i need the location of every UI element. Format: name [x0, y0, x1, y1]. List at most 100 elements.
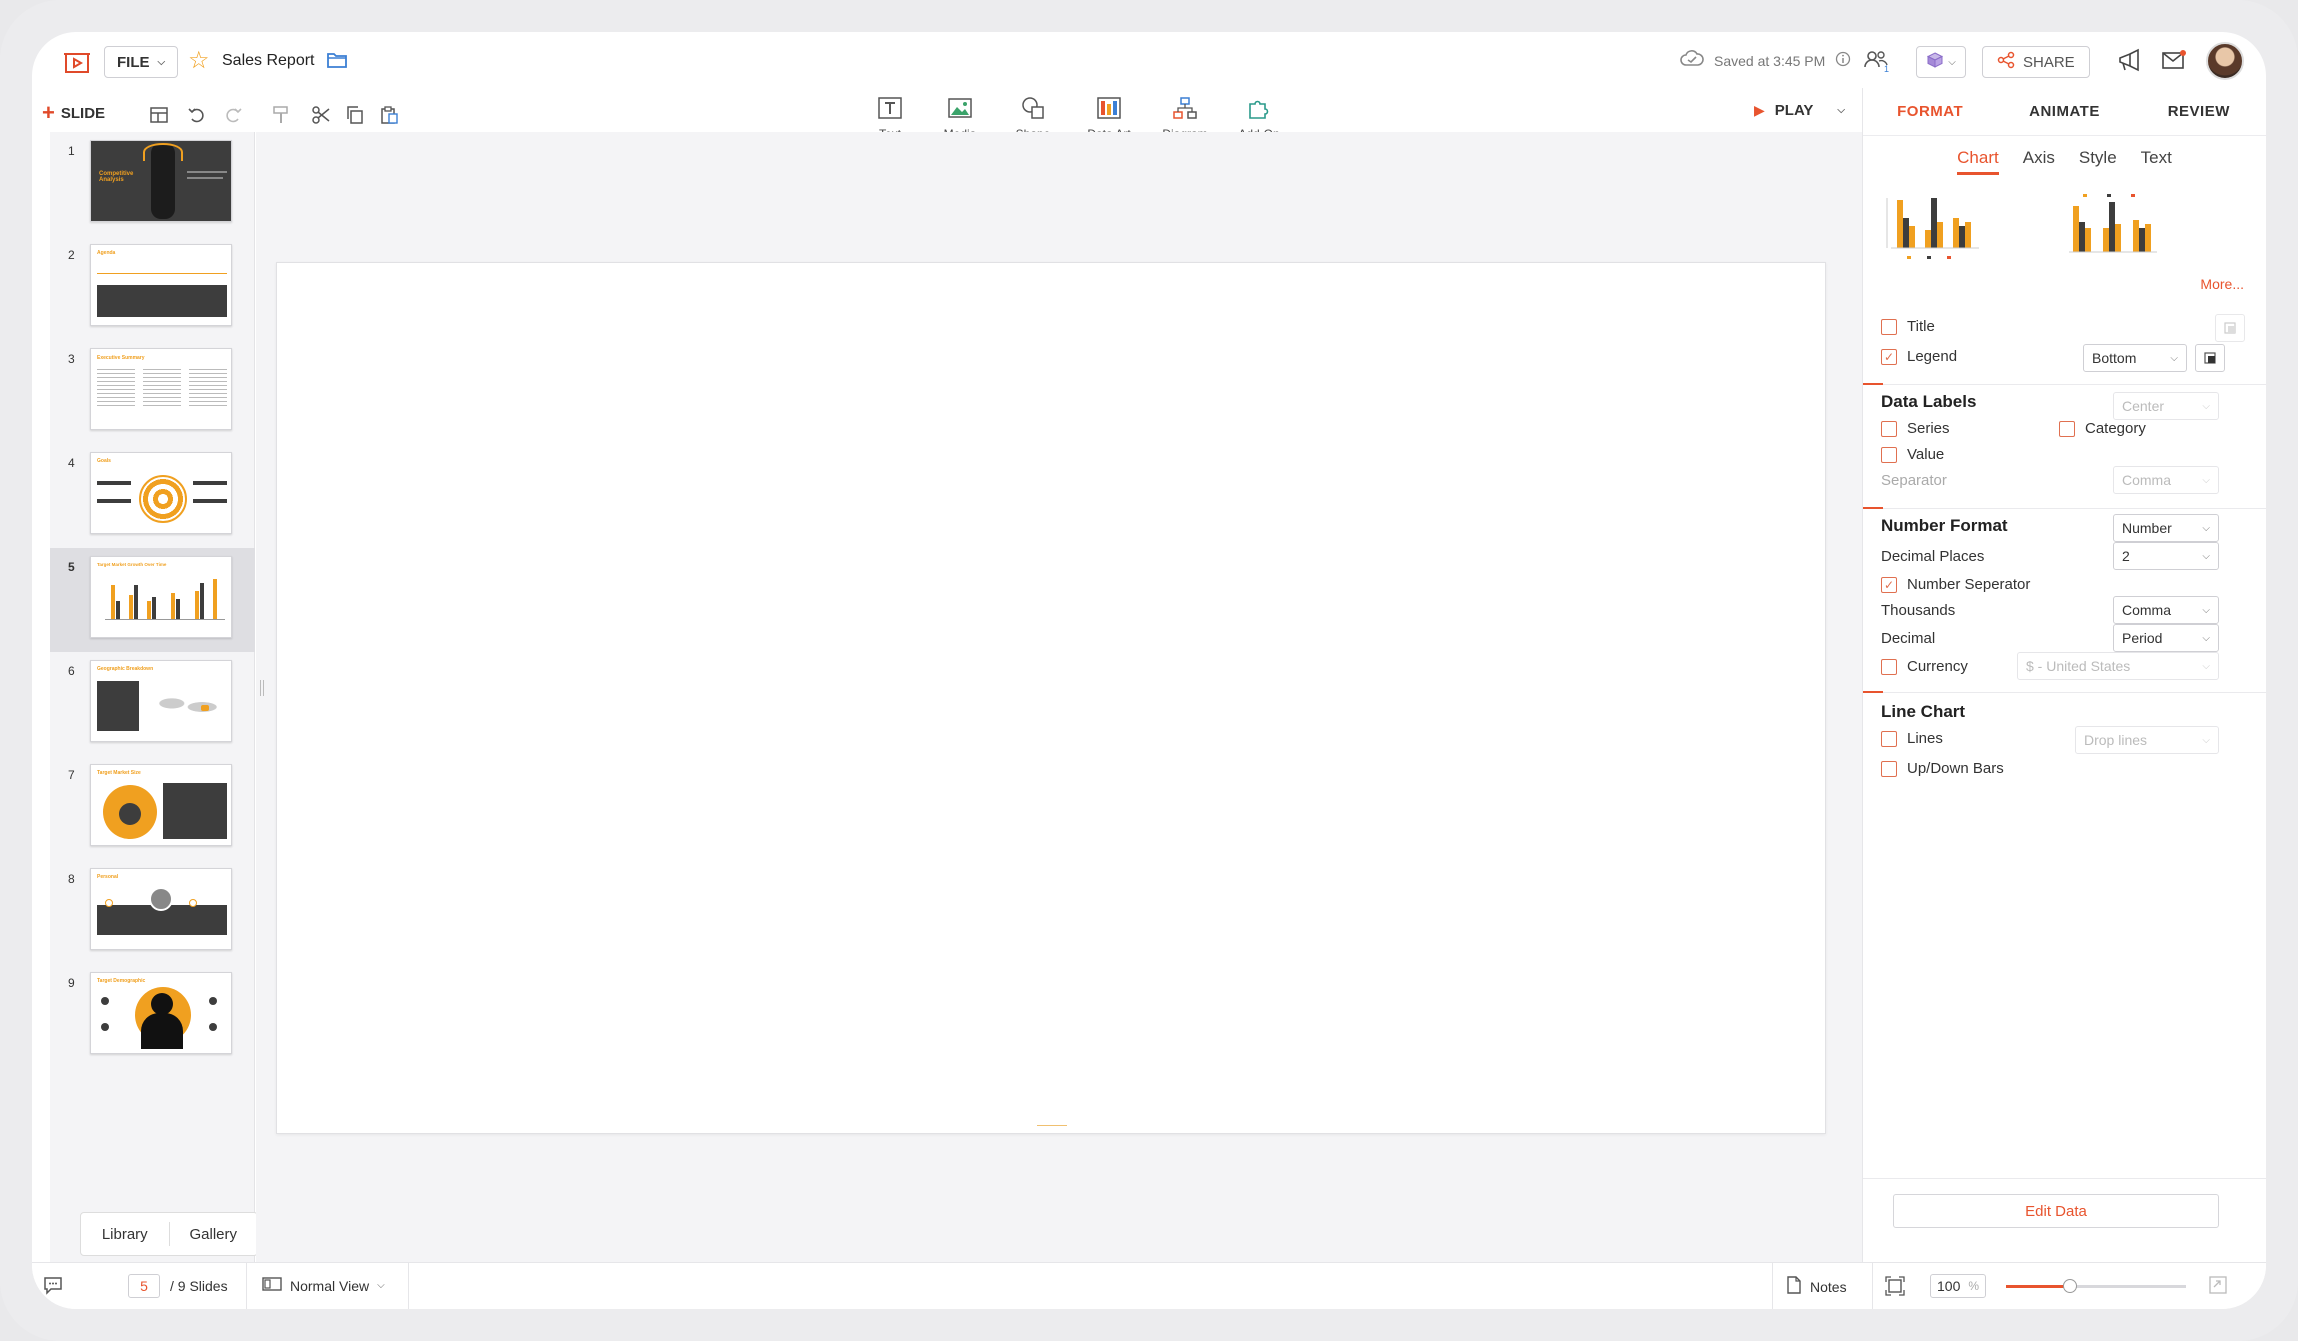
- category-label-toggle[interactable]: Category: [2059, 420, 2146, 437]
- collaborator-count: 1: [1884, 64, 1890, 74]
- fit-slide-icon[interactable]: [1884, 1275, 1906, 1300]
- document-title[interactable]: Sales Report: [222, 52, 315, 70]
- total-slides-label: / 9 Slides: [170, 1278, 228, 1294]
- slide-thumbnail[interactable]: 3 Executive Summary: [50, 340, 255, 444]
- paste-icon[interactable]: [376, 102, 402, 128]
- currency-toggle[interactable]: Currency: [1881, 658, 1968, 675]
- subtab-style[interactable]: Style: [2079, 148, 2117, 175]
- data-label-position-dropdown[interactable]: Center ⌵: [2113, 392, 2219, 420]
- panel-resize-handle[interactable]: [260, 680, 264, 696]
- plus-icon: +: [42, 100, 55, 125]
- legend-options-icon[interactable]: [2195, 344, 2225, 372]
- redo-icon[interactable]: [220, 102, 246, 128]
- legend-position-dropdown[interactable]: Bottom ⌵: [2083, 344, 2187, 372]
- mail-icon[interactable]: [2160, 48, 2188, 77]
- tab-format[interactable]: FORMAT: [1863, 88, 1997, 135]
- legend-toggle[interactable]: ✓ Legend: [1881, 348, 1957, 365]
- play-button[interactable]: ▶ PLAY ⌵: [1754, 102, 1845, 119]
- subtab-text[interactable]: Text: [2141, 148, 2172, 175]
- star-icon[interactable]: ☆: [188, 46, 210, 75]
- slide-thumbnail[interactable]: 6 Geographic Breakdown: [50, 652, 255, 756]
- category-checkbox[interactable]: [2059, 420, 2075, 437]
- decimal-separator-dropdown[interactable]: Period ⌵: [2113, 624, 2219, 652]
- up-down-bars-toggle[interactable]: Up/Down Bars: [1881, 760, 2004, 777]
- data-art-icon: [1096, 96, 1122, 123]
- format-panel: FORMAT ANIMATE REVIEW Chart Axis Style T…: [1862, 88, 2266, 1262]
- copy-icon[interactable]: [342, 102, 368, 128]
- comments-icon[interactable]: [42, 1275, 64, 1298]
- layout-icon[interactable]: [146, 102, 172, 128]
- gallery-tab[interactable]: Gallery: [170, 1226, 258, 1243]
- tab-animate[interactable]: ANIMATE: [1997, 88, 2131, 135]
- number-separator-checkbox[interactable]: ✓: [1881, 576, 1897, 593]
- decimal-places-dropdown[interactable]: 2 ⌵: [2113, 542, 2219, 570]
- currency-value: $ - United States: [2026, 658, 2131, 674]
- format-painter-icon[interactable]: [268, 102, 294, 128]
- notes-button[interactable]: Notes: [1786, 1276, 1847, 1297]
- edit-data-button[interactable]: Edit Data: [1893, 1194, 2219, 1228]
- thousands-separator-dropdown[interactable]: Comma ⌵: [2113, 596, 2219, 624]
- lines-type-dropdown[interactable]: Drop lines ⌵: [2075, 726, 2219, 754]
- section-divider: [1863, 691, 2266, 693]
- theme-button[interactable]: ⌵: [1916, 46, 1966, 78]
- slide-thumbnail[interactable]: 2 Agenda: [50, 236, 255, 340]
- title-options-icon[interactable]: [2215, 314, 2245, 342]
- current-slide[interactable]: [276, 262, 1826, 1134]
- slide-thumbnail-title: Competitive Analysis: [99, 171, 134, 183]
- number-separator-toggle[interactable]: ✓ Number Seperator: [1881, 576, 2030, 593]
- legend-checkbox[interactable]: ✓: [1881, 348, 1897, 365]
- separator-value: Comma: [2122, 472, 2172, 488]
- share-button[interactable]: SHARE: [1982, 46, 2090, 78]
- number-format-dropdown[interactable]: Number ⌵: [2113, 514, 2219, 542]
- chart-style-preset-1[interactable]: [1883, 178, 2023, 268]
- current-slide-input[interactable]: 5: [128, 1274, 160, 1298]
- user-avatar[interactable]: [2206, 42, 2244, 80]
- lines-toggle[interactable]: Lines: [1881, 730, 1943, 747]
- title-toggle[interactable]: Title: [1881, 318, 1935, 335]
- slide-thumbnail[interactable]: 8 Personal: [50, 860, 255, 964]
- info-icon[interactable]: [1835, 51, 1851, 70]
- currency-checkbox[interactable]: [1881, 658, 1897, 675]
- library-tab[interactable]: Library: [81, 1226, 169, 1243]
- title-checkbox[interactable]: [1881, 318, 1897, 335]
- slide-thumbnail[interactable]: 9 Target Demographic: [50, 964, 255, 1068]
- undo-icon[interactable]: [184, 102, 210, 128]
- collaborators-icon[interactable]: 1: [1862, 48, 1892, 79]
- slide-thumbnail[interactable]: 1 Competitive Analysis: [50, 132, 255, 236]
- app-logo-icon[interactable]: [62, 48, 92, 78]
- currency-dropdown[interactable]: $ - United States ⌵: [2017, 652, 2219, 680]
- separator-dropdown[interactable]: Comma ⌵: [2113, 466, 2219, 494]
- zoom-slider[interactable]: [2006, 1279, 2186, 1293]
- value-label-toggle[interactable]: Value: [1881, 446, 1944, 463]
- chevron-down-icon: ⌵: [2202, 522, 2210, 534]
- view-mode-dropdown[interactable]: Normal View ⌵: [262, 1276, 385, 1295]
- thousands-separator-value: Comma: [2122, 602, 2172, 618]
- fullscreen-icon[interactable]: [2208, 1275, 2228, 1298]
- tab-review[interactable]: REVIEW: [2132, 88, 2266, 135]
- file-menu-label: FILE: [117, 53, 150, 71]
- folder-icon[interactable]: [326, 50, 348, 75]
- legend-label: Legend: [1907, 348, 1958, 365]
- chevron-down-icon[interactable]: ⌵: [1837, 105, 1845, 116]
- slide-thumbnail-preview: Competitive Analysis: [90, 140, 232, 222]
- announcement-icon[interactable]: [2116, 48, 2144, 79]
- subtab-chart[interactable]: Chart: [1957, 148, 1999, 175]
- slide-thumbnail[interactable]: 4 Goals: [50, 444, 255, 548]
- slide-thumbnail[interactable]: 7 Target Market Size: [50, 756, 255, 860]
- file-menu-button[interactable]: FILE ⌵: [104, 46, 179, 78]
- new-slide-button[interactable]: + SLIDE: [42, 100, 105, 126]
- cut-icon[interactable]: [308, 102, 334, 128]
- value-checkbox[interactable]: [1881, 446, 1897, 463]
- series-label-toggle[interactable]: Series: [1881, 420, 1950, 437]
- up-down-bars-checkbox[interactable]: [1881, 760, 1897, 777]
- series-checkbox[interactable]: [1881, 420, 1897, 437]
- more-presets-link[interactable]: More...: [2200, 276, 2244, 292]
- slide-thumbnail-selected[interactable]: 5 Target Market Growth Over Time: [50, 548, 255, 652]
- zoom-slider-handle[interactable]: [2063, 1279, 2077, 1293]
- chart-style-preset-2[interactable]: [2063, 178, 2203, 268]
- zoom-level-input[interactable]: 100 %: [1930, 1274, 1986, 1298]
- subtab-axis[interactable]: Axis: [2023, 148, 2055, 175]
- slide-thumbnail-title: Agenda: [97, 250, 116, 256]
- chevron-down-icon: ⌵: [2202, 400, 2210, 412]
- lines-checkbox[interactable]: [1881, 730, 1897, 747]
